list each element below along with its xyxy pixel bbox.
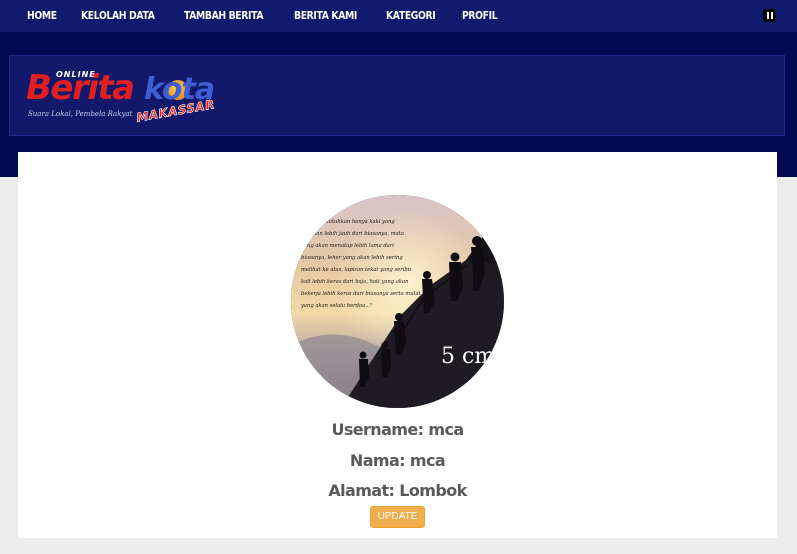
nav-item-berita-kami[interactable]: BERITA KAMI bbox=[294, 10, 357, 22]
nav-item-profil[interactable]: PROFIL bbox=[462, 10, 498, 22]
update-button[interactable]: UPDATE bbox=[370, 506, 425, 528]
logo-online-text: ONLINE bbox=[56, 70, 96, 79]
site-logo[interactable]: Berita ONLINE kota MAKASSAR Suara Lokal,… bbox=[26, 66, 236, 126]
username-text: Username: mca bbox=[331, 420, 464, 439]
menu-icon-bar bbox=[766, 12, 769, 19]
profile-photo: ...yang dibutuhkan hanya kaki yang berja… bbox=[291, 195, 504, 408]
photo-quote-line: yang akan selalu berdoa..." bbox=[300, 303, 373, 309]
menu-icon-bar bbox=[770, 12, 773, 19]
nama-text: Nama: mca bbox=[349, 451, 446, 470]
nav-menu: HOME KELOLAH DATA TAMBAH BERITA BERITA K… bbox=[0, 0, 797, 32]
photo-quote-line: biasanya, leher yang akan lebih sering bbox=[301, 255, 403, 261]
nav-item-tambah-berita[interactable]: TAMBAH BERITA bbox=[184, 10, 263, 22]
photo-quote-line: ...yang dibutuhkan hanya kaki yang bbox=[301, 219, 395, 225]
nav-item-kelolah-data[interactable]: KELOLAH DATA bbox=[81, 10, 155, 22]
photo-quote-line: melihat ke atas, lapisan tekat yang seri… bbox=[301, 267, 411, 273]
photo-caption: 5 cm bbox=[441, 344, 495, 369]
profile-card: ...yang dibutuhkan hanya kaki yang berja… bbox=[18, 152, 777, 538]
mountain-climbers-image: ...yang dibutuhkan hanya kaki yang berja… bbox=[291, 195, 504, 408]
photo-quote-line: kali lebih keras dari baja, hati yang ak… bbox=[301, 279, 408, 285]
alamat-text: Alamat: Lombok bbox=[328, 481, 467, 500]
logo-bar: Berita ONLINE kota MAKASSAR Suara Lokal,… bbox=[9, 55, 785, 136]
photo-quote-line: berjalan lebih jauh dari biasanya, mata bbox=[301, 231, 404, 237]
nav-item-home[interactable]: HOME bbox=[27, 10, 57, 22]
logo-tagline: Suara Lokal, Pembela Rakyat bbox=[28, 110, 133, 118]
nav-item-kategori[interactable]: KATEGORI bbox=[386, 10, 436, 22]
photo-quote-line: bekerja lebih keras dari biasanya serta … bbox=[301, 291, 422, 297]
menu-icon[interactable] bbox=[763, 9, 776, 22]
top-navigation: HOME KELOLAH DATA TAMBAH BERITA BERITA K… bbox=[0, 0, 797, 32]
photo-quote-line: yang akan menatap lebih lama dari bbox=[300, 243, 394, 249]
